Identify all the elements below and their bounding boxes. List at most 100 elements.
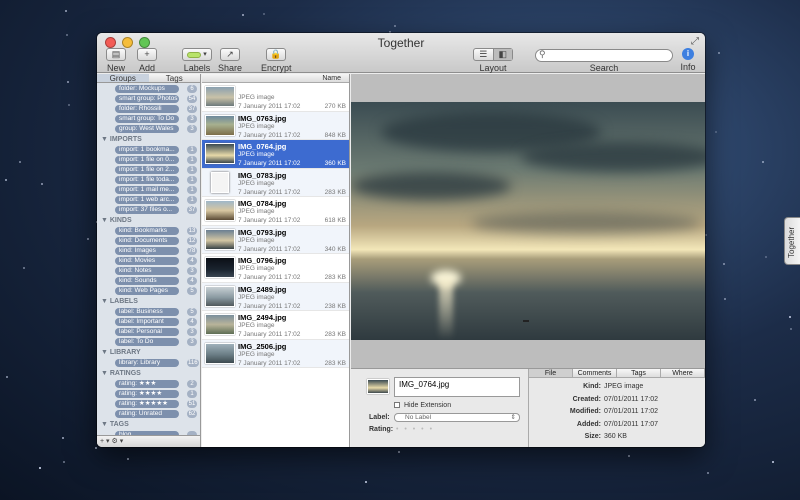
fullscreen-icon[interactable]: ⤢	[691, 36, 699, 47]
sidebar-item-count: 3	[187, 125, 197, 133]
disclosure-triangle-icon[interactable]: ▼	[101, 298, 110, 305]
disclosure-triangle-icon[interactable]: ▼	[101, 217, 110, 224]
sidebar-item-label: label: Personal	[115, 328, 179, 336]
table-row[interactable]: IMG_0793.jpg JPEG image 7 January 2011 17:…	[202, 225, 349, 254]
tab-tags[interactable]: Tags	[149, 74, 201, 83]
sidebar-item[interactable]: rating: ★★★ 2	[111, 379, 200, 389]
file-name: IMG_0763.jpg	[238, 113, 287, 123]
sidebar-item[interactable]: import: 1 file on 2... 1	[111, 165, 200, 175]
sidebar-item-count: 54	[187, 95, 197, 103]
rating-dots[interactable]: • • • • •	[396, 426, 434, 433]
table-row[interactable]: IMG_0763.jpg JPEG image 7 January 2011 17:…	[202, 111, 349, 140]
search-input[interactable]: ⚲	[535, 49, 673, 62]
file-kind: JPEG image	[238, 122, 275, 130]
sidebar-item[interactable]: smart group: Photos 54	[111, 94, 200, 104]
sidebar-item-count: 12	[187, 237, 197, 245]
sidebar-item-label: kind: Images	[115, 247, 179, 255]
sidebar-item[interactable]: import: 37 files o... 37	[111, 205, 200, 215]
table-row[interactable]: JPEG image 7 January 2011 17:02 270 KB	[202, 83, 349, 112]
sidebar-item[interactable]: kind: Bookmarks 13	[111, 226, 200, 236]
sidebar-item-label: kind: Web Pages	[115, 287, 179, 295]
file-date: 7 January 2011 17:02	[238, 245, 301, 253]
sidebar-item[interactable]: import: 1 mail me... 1	[111, 185, 200, 195]
tab-file[interactable]: File	[529, 369, 573, 377]
file-name: IMG_2489.jpg	[238, 284, 287, 294]
sidebar-section-header[interactable]: ▼ TAGS	[97, 419, 200, 430]
sidebar-item-label: group: West Wales	[115, 125, 179, 133]
table-row[interactable]: IMG_0783.jpg JPEG image 7 January 2011 17:…	[202, 168, 349, 197]
add-button[interactable]: + Add	[135, 48, 159, 73]
disclosure-triangle-icon[interactable]: ▼	[101, 370, 110, 377]
info-button[interactable]: i Info	[677, 48, 699, 72]
sidebar-section-title: LABELS	[109, 298, 138, 305]
sidebar-section-header[interactable]: ▼ IMPORTS	[97, 134, 200, 145]
together-side-tab[interactable]: Together	[784, 217, 800, 265]
sidebar-item[interactable]: label: To Do 3	[111, 337, 200, 347]
file-thumbnail	[205, 143, 235, 164]
table-row[interactable]: IMG_0796.jpg JPEG image 7 January 2011 17:…	[202, 254, 349, 283]
sidebar-item[interactable]: label: Personal 3	[111, 327, 200, 337]
tab-groups[interactable]: Groups	[97, 74, 149, 83]
sidebar-section-header[interactable]: ▼ LIBRARY	[97, 347, 200, 358]
sidebar-item[interactable]: folder: Mockups 6	[111, 84, 200, 94]
sidebar-section-header[interactable]: ▼ LABELS	[97, 296, 200, 307]
sidebar-item[interactable]: smart group: To Do 3	[111, 114, 200, 124]
label-select[interactable]: No Label ⇕	[394, 413, 520, 422]
sidebar-item[interactable]: label: Important 4	[111, 317, 200, 327]
tab-comments[interactable]: Comments	[573, 369, 617, 377]
sidebar-item[interactable]: kind: Sounds 4	[111, 276, 200, 286]
sidebar-section-header[interactable]: ▼ KINDS	[97, 215, 200, 226]
sidebar-item[interactable]: library: Library 116	[111, 358, 200, 368]
labels-button[interactable]: ▾ Labels	[181, 48, 213, 73]
sidebar-item-count: 1	[187, 196, 197, 204]
layout-split-icon[interactable]: ◧	[493, 49, 512, 60]
sidebar-item-label: folder: Rhossili	[115, 105, 179, 113]
sidebar-item[interactable]: import: 1 bookma... 1	[111, 145, 200, 155]
lock-icon: 🔒	[266, 48, 286, 61]
file-date: 7 January 2011 17:02	[238, 274, 301, 281]
sidebar-item[interactable]: import: 1 file toda... 1	[111, 175, 200, 185]
table-row[interactable]: IMG_2489.jpg JPEG image 7 January 2011 17:…	[202, 282, 349, 311]
sidebar-item[interactable]: rating: ★★★★★ 51	[111, 399, 200, 409]
sidebar-item[interactable]: rating: Unrated 62	[111, 409, 200, 419]
sidebar-action-bar[interactable]: + ▾ ⚙ ▾	[97, 435, 200, 447]
table-row[interactable]: IMG_2506.jpg JPEG image 7 January 2011 17:…	[202, 339, 349, 368]
file-thumbnail	[205, 200, 235, 221]
tab-tags-info[interactable]: Tags	[617, 369, 661, 377]
sidebar-item-count: 5	[187, 287, 197, 295]
share-button[interactable]: ↗ Share	[218, 48, 242, 73]
table-row[interactable]: IMG_0784.jpg JPEG image 7 January 2011 17:…	[202, 197, 349, 226]
disclosure-triangle-icon[interactable]: ▼	[101, 349, 110, 356]
sidebar-item-count: 5	[187, 308, 197, 316]
tab-where[interactable]: Where	[661, 369, 705, 377]
hide-extension-checkbox[interactable]	[394, 402, 400, 408]
sidebar-item[interactable]: kind: Images 78	[111, 246, 200, 256]
detail-key: Size:	[584, 433, 601, 440]
sidebar-item[interactable]: folder: Rhossili 37	[111, 104, 200, 114]
sidebar-item[interactable]: rating: ★★★★ 1	[111, 389, 200, 399]
sidebar-item[interactable]: import: 1 file on 0... 1	[111, 155, 200, 165]
file-name-field[interactable]: IMG_0764.jpg	[394, 377, 520, 397]
encrypt-button[interactable]: 🔒 Encrypt	[261, 48, 292, 73]
sidebar-item-label: label: To Do	[115, 338, 179, 346]
disclosure-triangle-icon[interactable]: ▼	[101, 136, 110, 143]
sidebar-item[interactable]: import: 1 web arc... 1	[111, 195, 200, 205]
layout-control[interactable]: ☰ ◧ Layout	[473, 48, 513, 73]
sidebar-item[interactable]: kind: Web Pages 5	[111, 286, 200, 296]
sidebar-item[interactable]: group: West Wales 3	[111, 124, 200, 134]
layout-list-icon[interactable]: ☰	[474, 49, 494, 60]
file-name: IMG_0793.jpg	[238, 227, 287, 237]
sidebar-item[interactable]: label: Business 5	[111, 307, 200, 317]
sidebar-tabs: Groups Tags	[97, 74, 200, 83]
table-row[interactable]: IMG_2494.jpg JPEG image 7 January 2011 17:…	[202, 311, 349, 340]
sidebar-section-header[interactable]: ▼ RATINGS	[97, 368, 200, 379]
sidebar-item-label: rating: ★★★★★	[115, 400, 179, 408]
updown-icon: ⇕	[510, 414, 516, 421]
table-row[interactable]: IMG_0764.jpg JPEG image 7 January 2011 17:…	[202, 140, 349, 169]
sidebar-item[interactable]: kind: Documents 12	[111, 236, 200, 246]
sidebar-item[interactable]: kind: Movies 4	[111, 256, 200, 266]
disclosure-triangle-icon[interactable]: ▼	[101, 421, 110, 428]
name-column-header[interactable]: Name	[202, 74, 349, 83]
sidebar-item-label: import: 1 file toda...	[115, 176, 179, 184]
sidebar-item[interactable]: kind: Notes 3	[111, 266, 200, 276]
